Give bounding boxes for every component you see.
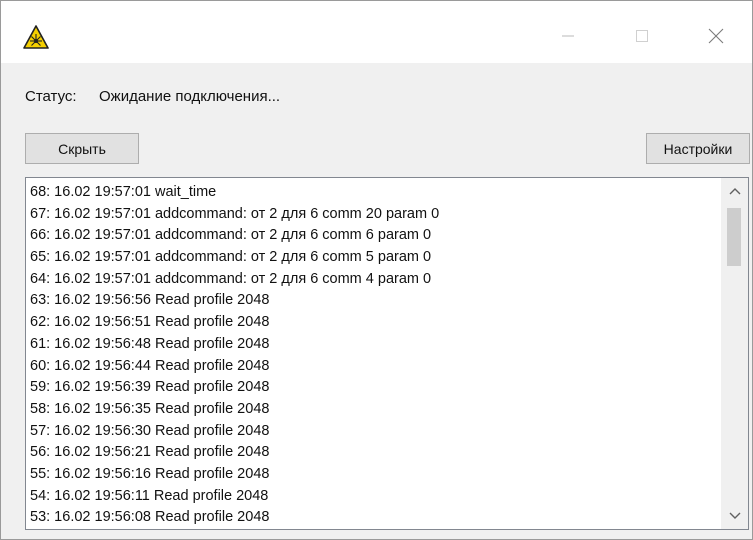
log-line[interactable]: 67: 16.02 19:57:01 addcommand: от 2 для … xyxy=(30,204,720,226)
log-line[interactable]: 58: 16.02 19:56:35 Read profile 2048 xyxy=(30,399,720,421)
log-line[interactable]: 59: 16.02 19:56:39 Read profile 2048 xyxy=(30,377,720,399)
log-line[interactable]: 57: 16.02 19:56:30 Read profile 2048 xyxy=(30,421,720,443)
laser-warning-icon xyxy=(23,25,49,49)
scroll-up-button[interactable] xyxy=(721,178,748,204)
status-value: Ожидание подключения... xyxy=(99,88,281,105)
main-window: Статус: Ожидание подключения... Скрыть Н… xyxy=(0,0,753,540)
log-line[interactable]: 65: 16.02 19:57:01 addcommand: от 2 для … xyxy=(30,247,720,269)
maximize-icon xyxy=(636,30,648,42)
log-line[interactable]: 66: 16.02 19:57:01 addcommand: от 2 для … xyxy=(30,225,720,247)
chevron-up-icon xyxy=(729,188,740,195)
hide-button[interactable]: Скрыть xyxy=(25,133,139,164)
log-line[interactable]: 62: 16.02 19:56:51 Read profile 2048 xyxy=(30,312,720,334)
minimize-icon xyxy=(562,35,574,37)
minimize-button[interactable] xyxy=(548,21,588,51)
log-line[interactable]: 56: 16.02 19:56:21 Read profile 2048 xyxy=(30,442,720,464)
log-line[interactable]: 61: 16.02 19:56:48 Read profile 2048 xyxy=(30,334,720,356)
log-list: 68: 16.02 19:57:01 wait_time 67: 16.02 1… xyxy=(30,182,720,529)
log-line[interactable]: 55: 16.02 19:56:16 Read profile 2048 xyxy=(30,464,720,486)
log-listbox[interactable]: 68: 16.02 19:57:01 wait_time 67: 16.02 1… xyxy=(25,177,749,530)
close-icon xyxy=(708,28,724,44)
vertical-scrollbar[interactable] xyxy=(721,178,748,529)
scroll-down-button[interactable] xyxy=(721,503,748,529)
scroll-thumb[interactable] xyxy=(727,208,741,266)
log-line[interactable]: 63: 16.02 19:56:56 Read profile 2048 xyxy=(30,290,720,312)
log-line[interactable]: 53: 16.02 19:56:08 Read profile 2048 xyxy=(30,507,720,529)
settings-button[interactable]: Настройки xyxy=(646,133,750,164)
log-line[interactable]: 64: 16.02 19:57:01 addcommand: от 2 для … xyxy=(30,269,720,291)
log-line[interactable]: 68: 16.02 19:57:01 wait_time xyxy=(30,182,720,204)
chevron-down-icon xyxy=(729,512,740,519)
log-line[interactable]: 60: 16.02 19:56:44 Read profile 2048 xyxy=(30,356,720,378)
maximize-button[interactable] xyxy=(622,21,662,51)
status-label: Статус: xyxy=(25,88,77,105)
title-bar[interactable] xyxy=(1,1,752,63)
close-button[interactable] xyxy=(696,21,736,51)
log-line[interactable]: 54: 16.02 19:56:11 Read profile 2048 xyxy=(30,486,720,508)
